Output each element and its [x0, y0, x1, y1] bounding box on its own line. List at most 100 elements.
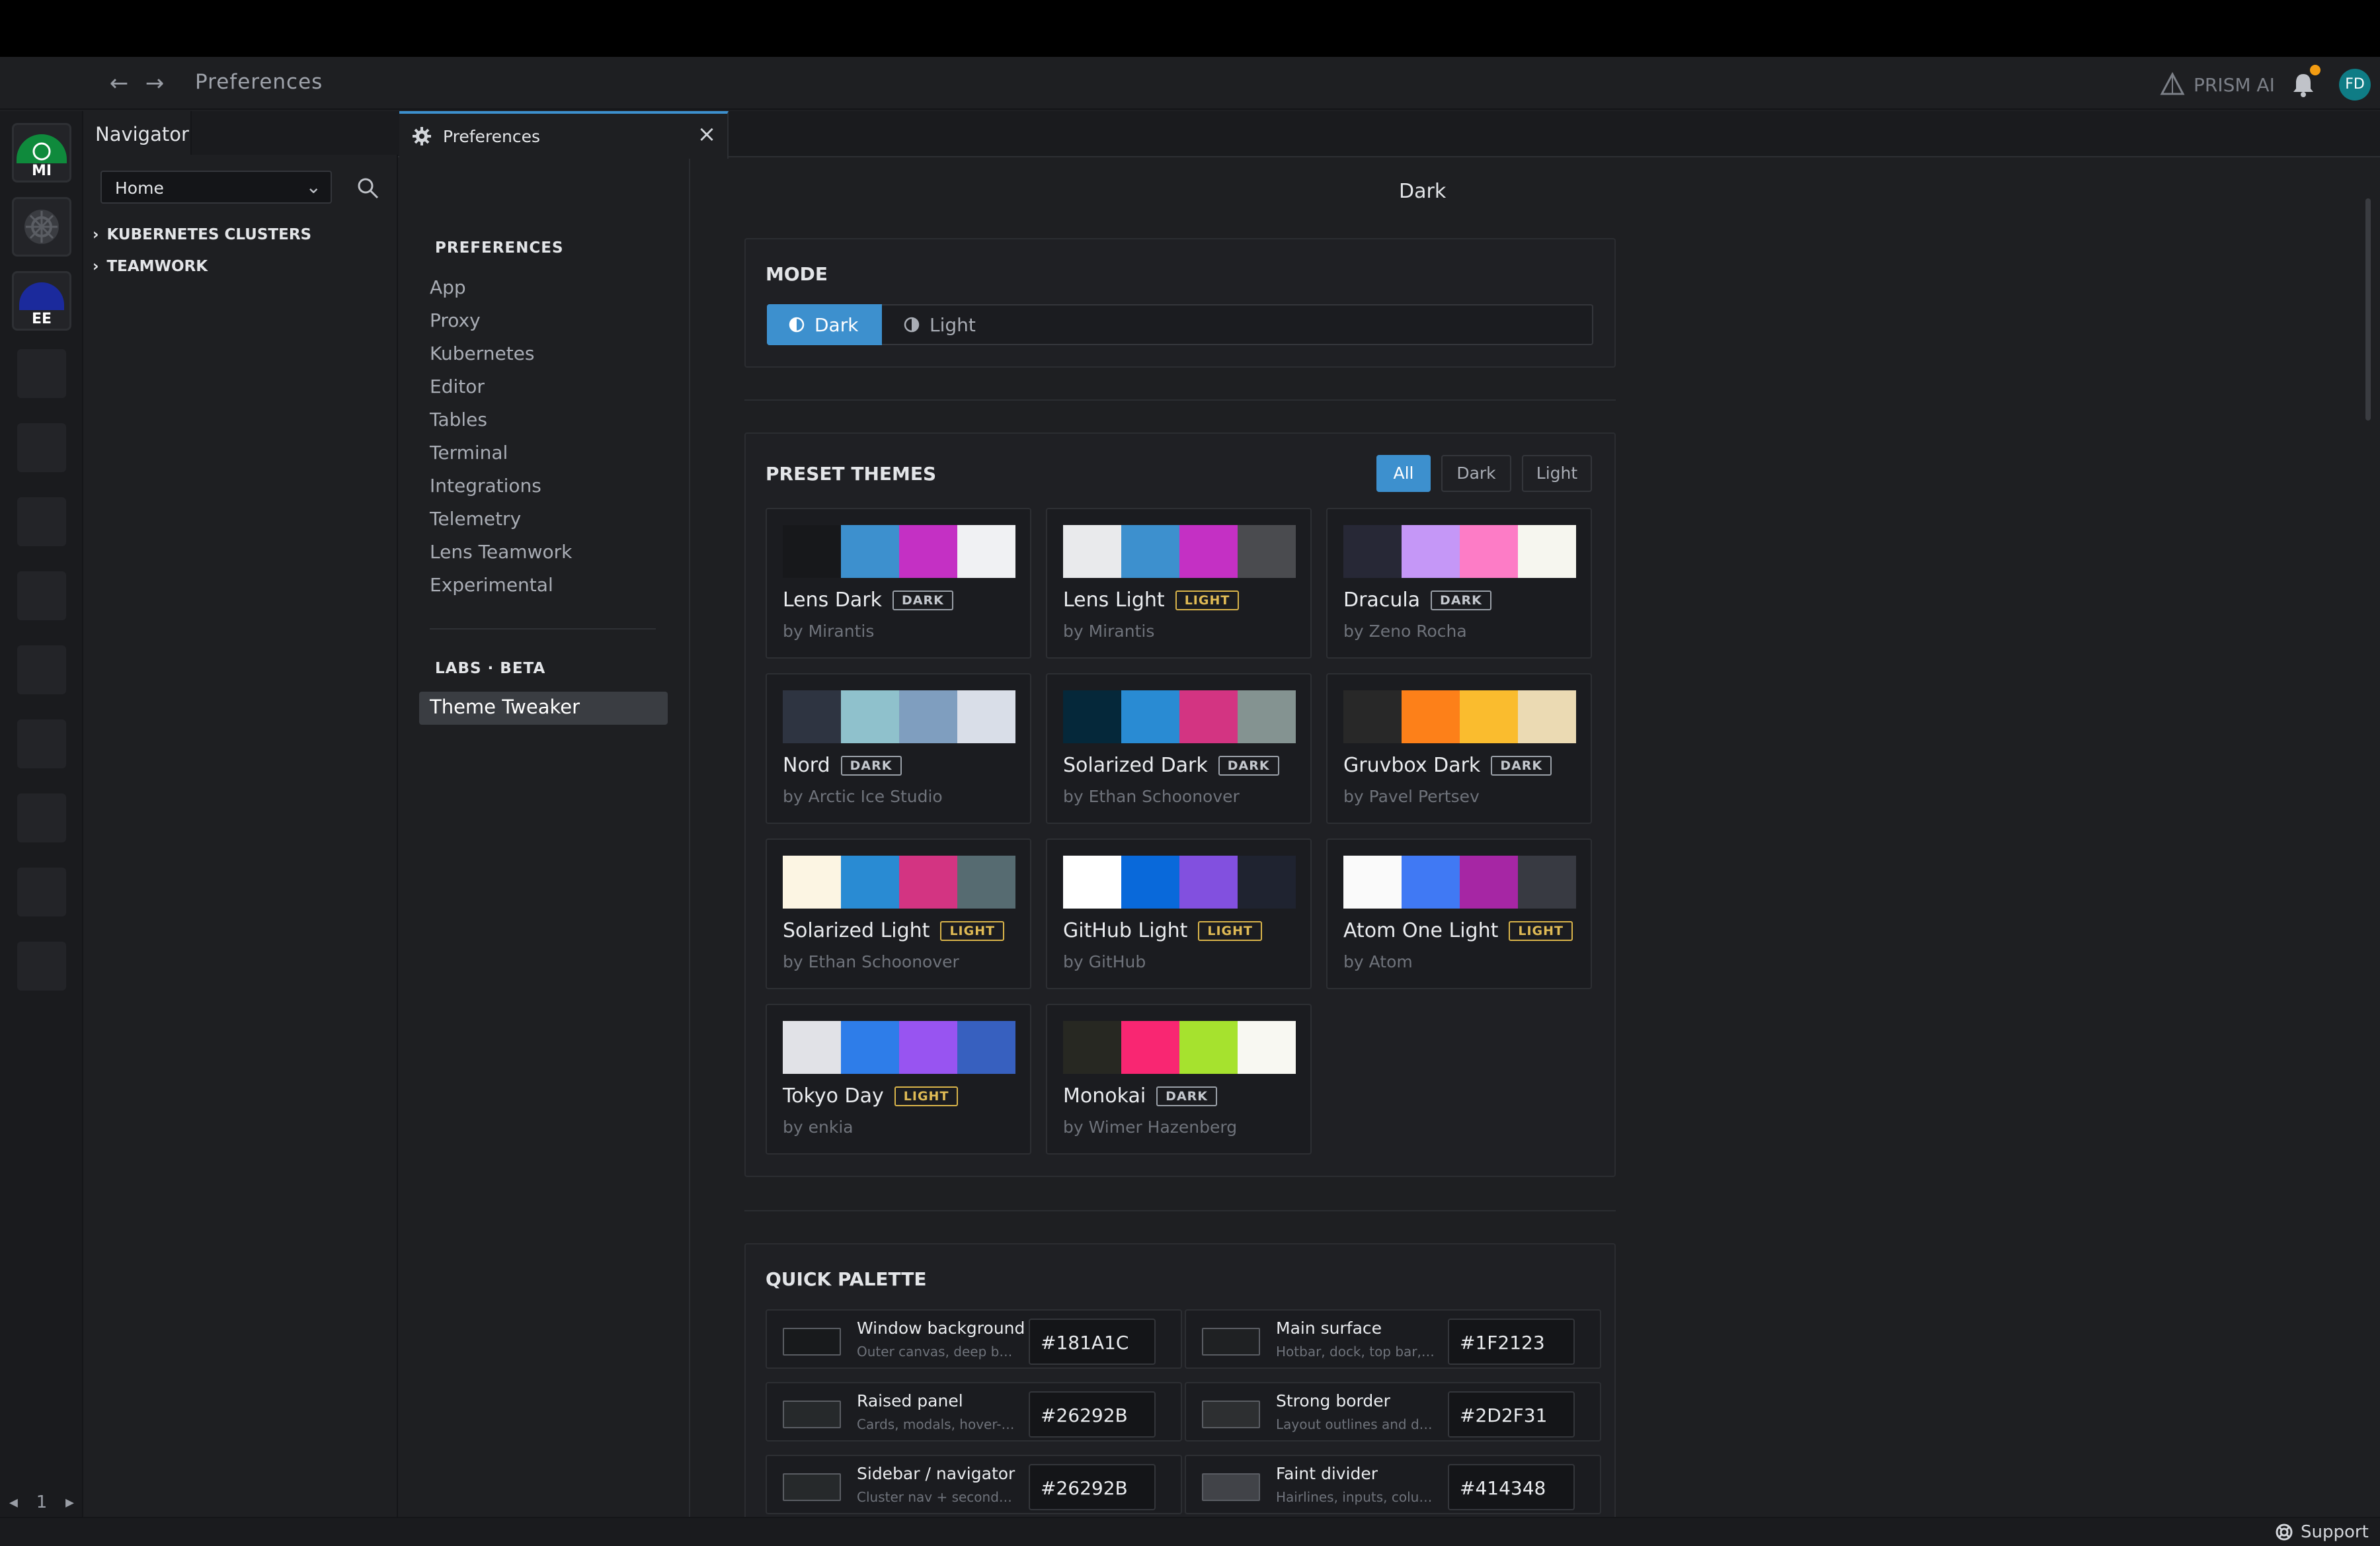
menu-item-app[interactable]: App — [430, 276, 466, 298]
hotbar-item-helm[interactable] — [12, 197, 71, 257]
theme-card[interactable]: Lens Dark DARK by Mirantis — [766, 508, 1031, 659]
theme-card[interactable]: Gruvbox Dark DARK by Pavel Pertsev — [1326, 673, 1592, 824]
theme-author: by enkia — [783, 1118, 853, 1137]
palette-hex-input[interactable]: #414348 — [1448, 1464, 1575, 1510]
theme-card[interactable]: Solarized Dark DARK by Ethan Schoonover — [1046, 673, 1312, 824]
theme-card[interactable]: Tokyo Day LIGHT by enkia — [766, 1004, 1031, 1155]
tree-item-kubernetes-clusters[interactable]: › KUBERNETES CLUSTERS — [93, 226, 311, 243]
palette-hex-input[interactable]: #1F2123 — [1448, 1319, 1575, 1365]
hotbar-empty-slot[interactable] — [17, 497, 66, 546]
palette-item: Main surface Hotbar, dock, top bar, t... #… — [1185, 1309, 1601, 1369]
theme-card[interactable]: Nord DARK by Arctic Ice Studio — [766, 673, 1031, 824]
menu-item-editor[interactable]: Editor — [430, 376, 485, 397]
back-arrow-icon[interactable]: ← — [104, 69, 134, 98]
theme-badge: DARK — [1491, 755, 1552, 776]
palette-hex-input[interactable]: #26292B — [1029, 1391, 1156, 1438]
theme-badge: LIGHT — [1198, 920, 1263, 941]
color-swatch — [1238, 1021, 1296, 1074]
avatar[interactable]: FD — [2339, 69, 2371, 101]
color-swatch — [783, 856, 841, 909]
search-icon[interactable] — [354, 175, 381, 201]
palette-hex-input[interactable]: #26292B — [1029, 1464, 1156, 1510]
filter-dark-button[interactable]: Dark — [1441, 455, 1511, 492]
hotbar-empty-slot[interactable] — [17, 645, 66, 694]
menu-item-lens-teamwork[interactable]: Lens Teamwork — [430, 541, 572, 563]
theme-card[interactable]: Solarized Light LIGHT by Ethan Schoonover — [766, 838, 1031, 989]
hotbar-empty-slot[interactable] — [17, 719, 66, 768]
mode-title: MODE — [766, 263, 828, 285]
support-button[interactable]: Support — [2274, 1520, 2369, 1545]
tab-navigator[interactable]: Navigator — [83, 111, 192, 155]
palette-item: Raised panel Cards, modals, hover-fi... #2… — [766, 1382, 1182, 1442]
hotbar-item-mi[interactable]: MI — [12, 123, 71, 183]
theme-card[interactable]: Monokai DARK by Wimer Hazenberg — [1046, 1004, 1312, 1155]
chevron-right-icon: › — [93, 226, 99, 243]
filter-light-button[interactable]: Light — [1522, 455, 1592, 492]
palette-color-swatch[interactable] — [783, 1473, 841, 1501]
theme-name-row: Nord DARK — [783, 754, 902, 777]
theme-badge: DARK — [840, 755, 902, 776]
navigator-panel — [83, 111, 398, 1517]
color-swatch — [1518, 856, 1576, 909]
color-swatch — [1063, 690, 1121, 743]
forward-arrow-icon[interactable]: → — [140, 69, 169, 98]
menu-item-telemetry[interactable]: Telemetry — [430, 508, 521, 530]
palette-item: Strong border Layout outlines and divi...… — [1185, 1382, 1601, 1442]
hotbar-empty-slot[interactable] — [17, 793, 66, 842]
color-swatch — [783, 525, 841, 578]
palette-color-swatch[interactable] — [1202, 1328, 1260, 1356]
menu-section-title: PREFERENCES — [435, 239, 564, 257]
close-icon[interactable]: × — [695, 123, 718, 145]
palette-color-swatch[interactable] — [1202, 1473, 1260, 1501]
palette-color-swatch[interactable] — [783, 1401, 841, 1428]
hotbar-empty-slot[interactable] — [17, 942, 66, 991]
color-swatch — [1238, 525, 1296, 578]
theme-name: Nord — [783, 754, 830, 777]
palette-description: Cards, modals, hover-fi... — [857, 1416, 1015, 1432]
navigator-select[interactable]: Home ⌄ — [100, 171, 332, 204]
color-swatch — [1238, 856, 1296, 909]
theme-name: Gruvbox Dark — [1343, 754, 1481, 777]
theme-card[interactable]: Dracula DARK by Zeno Rocha — [1326, 508, 1592, 659]
theme-card[interactable]: GitHub Light LIGHT by GitHub — [1046, 838, 1312, 989]
color-swatch — [841, 690, 899, 743]
menu-item-tables[interactable]: Tables — [430, 409, 487, 430]
labs-section-title: LABS · BETA — [435, 660, 546, 677]
palette-description: Hotbar, dock, top bar, t... — [1276, 1344, 1435, 1360]
color-swatch — [1460, 856, 1518, 909]
mode-light-button[interactable]: Light — [903, 304, 976, 345]
tab-preferences[interactable]: Preferences × — [399, 111, 729, 159]
caret-left-icon[interactable]: ◂ — [9, 1492, 18, 1512]
palette-color-swatch[interactable] — [783, 1328, 841, 1356]
color-swatch — [957, 525, 1015, 578]
tree-item-teamwork[interactable]: › TEAMWORK — [93, 258, 208, 275]
hotbar-item-ee[interactable]: EE — [12, 271, 71, 331]
filter-all-button[interactable]: All — [1376, 455, 1431, 492]
caret-right-icon[interactable]: ▸ — [65, 1492, 74, 1512]
theme-name-row: Solarized Dark DARK — [1063, 754, 1279, 777]
menu-item-integrations[interactable]: Integrations — [430, 475, 541, 497]
menu-item-experimental[interactable]: Experimental — [430, 574, 553, 596]
color-swatch — [1179, 525, 1238, 578]
mode-dark-button[interactable]: Dark — [767, 304, 882, 345]
hotbar-empty-slot[interactable] — [17, 571, 66, 620]
palette-hex-input[interactable]: #181A1C — [1029, 1319, 1156, 1365]
menu-item-proxy[interactable]: Proxy — [430, 309, 481, 331]
hotbar-empty-slot[interactable] — [17, 868, 66, 916]
theme-author: by Mirantis — [783, 622, 875, 641]
scrollbar[interactable] — [2365, 198, 2371, 421]
palette-label: Faint divider — [1276, 1464, 1378, 1483]
menu-item-kubernetes[interactable]: Kubernetes — [430, 343, 535, 364]
menu-item-theme-tweaker[interactable]: Theme Tweaker — [419, 692, 668, 725]
theme-card[interactable]: Lens Light LIGHT by Mirantis — [1046, 508, 1312, 659]
hotbar-empty-slot[interactable] — [17, 423, 66, 472]
palette-hex-input[interactable]: #2D2F31 — [1448, 1391, 1575, 1438]
prism-ai-button[interactable]: PRISM AI — [2159, 69, 2275, 101]
theme-swatches — [1063, 1021, 1296, 1074]
palette-color-swatch[interactable] — [1202, 1401, 1260, 1428]
theme-swatches — [1343, 525, 1576, 578]
color-swatch — [1343, 525, 1402, 578]
menu-item-terminal[interactable]: Terminal — [430, 442, 508, 464]
hotbar-empty-slot[interactable] — [17, 349, 66, 398]
theme-card[interactable]: Atom One Light LIGHT by Atom — [1326, 838, 1592, 989]
